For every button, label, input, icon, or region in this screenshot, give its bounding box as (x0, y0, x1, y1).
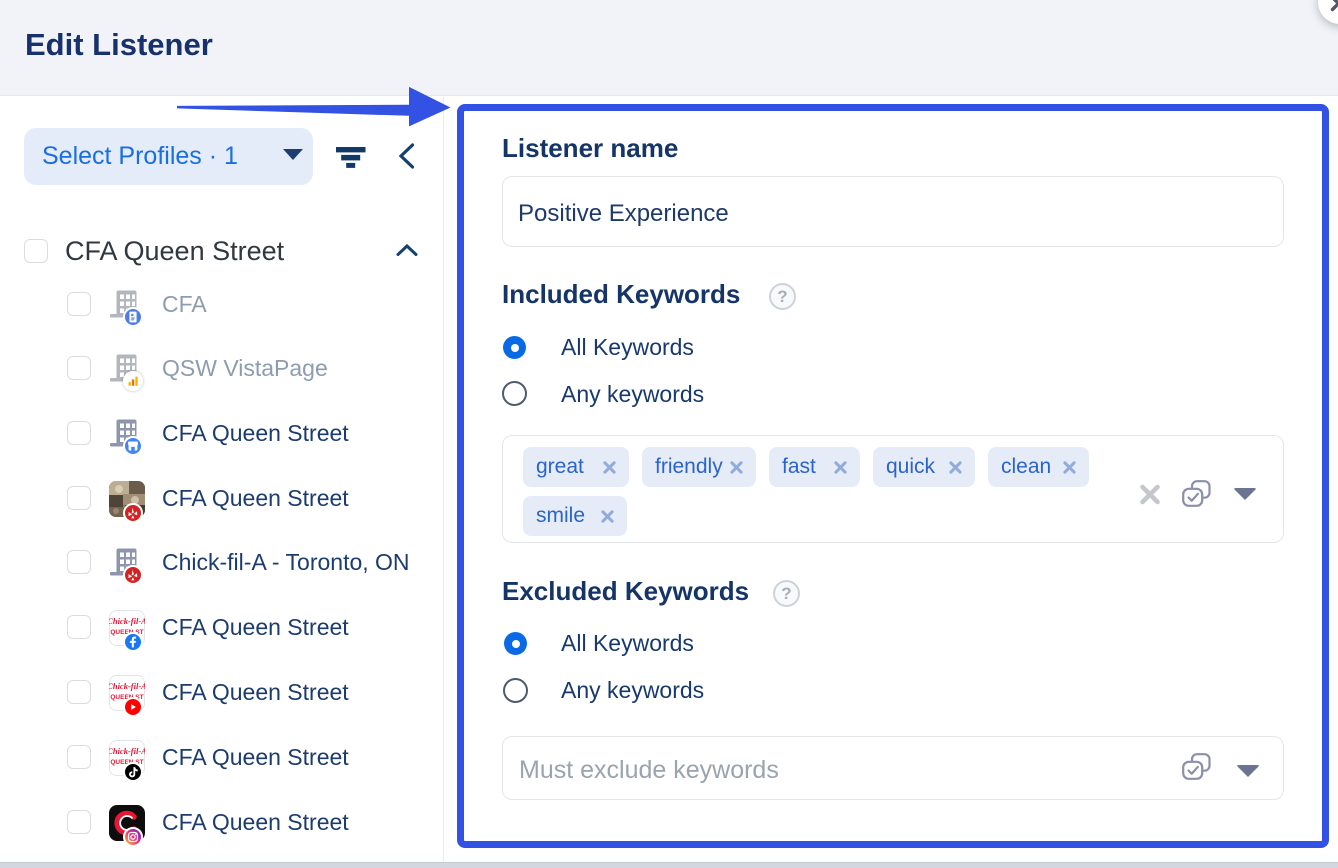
svg-text:Chick-fil-A: Chick-fil-A (109, 681, 145, 691)
svg-text:Chick-fil-A: Chick-fil-A (109, 746, 145, 756)
svg-text:Chick-fil-A: Chick-fil-A (109, 616, 145, 626)
